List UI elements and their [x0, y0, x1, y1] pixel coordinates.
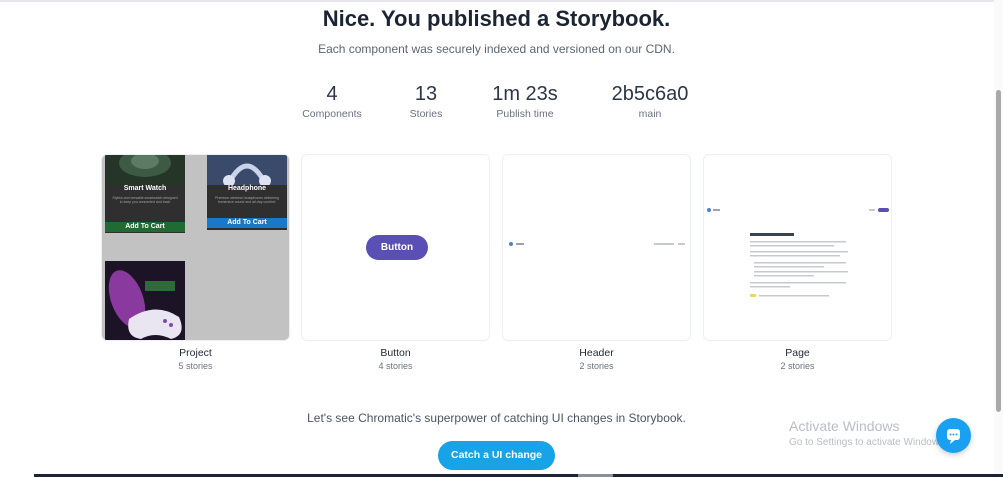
activate-windows-title: Activate Windows	[789, 418, 900, 434]
card-story-count: 2 stories	[579, 361, 614, 371]
stat-commit: 2b5c6a0 main	[604, 82, 696, 120]
add-to-cart-button[interactable]: Add To Cart	[105, 222, 185, 232]
card-title: Button	[380, 347, 411, 359]
component-card-page[interactable]	[703, 154, 892, 341]
stat-value: 13	[414, 83, 438, 105]
product-tile-controller	[105, 261, 185, 340]
top-border	[0, 0, 1003, 2]
stat-stories: 13 Stories	[400, 82, 452, 120]
stat-label: Publish time	[496, 108, 554, 120]
stat-label: Components	[302, 108, 362, 120]
stats-row: 4 Components 13 Stories 1m 23s Publish t…	[300, 82, 700, 122]
product-tile-headphone: Headphone Premium wireless headphones de…	[207, 155, 287, 230]
card-story-count: 2 stories	[780, 361, 815, 371]
add-to-cart-button[interactable]: Add To Cart	[207, 218, 287, 228]
component-card-button[interactable]: Button	[301, 154, 490, 341]
card-story-count: 4 stories	[378, 361, 413, 371]
stat-publish-time: 1m 23s Publish time	[486, 82, 564, 120]
stat-label: Stories	[409, 108, 443, 120]
card-story-count: 5 stories	[178, 361, 213, 371]
stat-value: 1m 23s	[492, 83, 558, 105]
component-card-header[interactable]	[502, 154, 691, 341]
card-title: Page	[785, 347, 810, 359]
scrollbar[interactable]	[994, 0, 1003, 477]
smart-watch-image	[105, 155, 185, 185]
page-title: Nice. You published a Storybook.	[322, 6, 671, 31]
product-description: Premium wireless headphones delivering i…	[215, 196, 279, 204]
button-preview: Button	[366, 235, 428, 260]
chat-bubble-icon	[947, 429, 960, 444]
stat-components: 4 Components	[300, 82, 364, 120]
chat-button[interactable]	[936, 418, 971, 453]
stat-value: 4	[326, 83, 338, 105]
product-tile-smart-watch: Smart Watch Stylish and versatile smartw…	[105, 155, 185, 233]
header-preview	[509, 242, 685, 246]
stat-value: 2b5c6a0	[611, 83, 689, 105]
scrollbar-thumb[interactable]	[996, 90, 1001, 412]
page-preview	[707, 208, 889, 297]
card-title: Header	[579, 347, 614, 359]
headphone-image	[207, 155, 287, 185]
stat-label: main	[638, 108, 662, 120]
product-description: Stylish and versatile smartwatch designe…	[112, 196, 178, 204]
product-name: Smart Watch	[123, 185, 167, 192]
activate-windows-subtitle: Go to Settings to activate Windows.	[789, 437, 947, 448]
product-name: Headphone	[227, 185, 267, 192]
card-title: Project	[179, 347, 212, 359]
page-subtitle: Each component was securely indexed and …	[318, 42, 675, 56]
game-controller-image	[105, 261, 185, 340]
component-card-project[interactable]: Smart Watch Stylish and versatile smartw…	[101, 154, 290, 341]
catch-ui-change-button[interactable]: Catch a UI change	[438, 441, 555, 470]
